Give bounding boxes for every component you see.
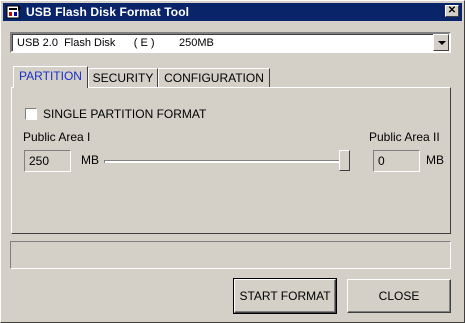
tab-configuration-label: CONFIGURATION [164,71,264,85]
device-select[interactable]: USB 2.0 Flash Disk ( E ) 250MB [10,32,451,53]
public-area-2-unit: MB [426,153,444,167]
tab-configuration[interactable]: CONFIGURATION [158,68,270,88]
format-progress-bar [10,241,451,269]
format-tool-window: USB Flash Disk Format Tool ✕ USB 2.0 Fla… [0,0,465,323]
public-area-2-size-value: 0 [378,154,385,168]
public-area-1-unit: MB [81,153,99,167]
dropdown-arrow-icon[interactable] [433,34,449,51]
tab-security-label: SECURITY [92,71,154,85]
start-format-label: START FORMAT [239,289,331,303]
public-area-1-size-field[interactable]: 250 [24,150,71,172]
close-button-label: CLOSE [378,289,420,303]
start-format-button[interactable]: START FORMAT [233,278,337,314]
partition-panel: SINGLE PARTITION FORMAT Public Area I Pu… [11,87,451,234]
window-close-button[interactable]: ✕ [445,5,459,17]
public-area-1-label: Public Area I [23,130,91,144]
single-partition-label[interactable]: SINGLE PARTITION FORMAT [43,107,206,121]
partition-slider-track[interactable] [104,160,349,163]
tab-partition-label: PARTITION [19,69,82,83]
public-area-2-size-field[interactable]: 0 [373,150,420,172]
usb-drive-app-icon [6,5,21,19]
public-area-2-label: Public Area II [369,130,440,144]
window-title: USB Flash Disk Format Tool [26,5,190,19]
public-area-1-size-value: 250 [29,154,50,168]
tab-security[interactable]: SECURITY [88,68,158,88]
device-select-value: USB 2.0 Flash Disk ( E ) 250MB [17,37,214,49]
single-partition-checkbox[interactable] [25,108,37,120]
close-button[interactable]: CLOSE [347,279,451,313]
close-icon: ✕ [447,5,457,16]
title-bar[interactable]: USB Flash Disk Format Tool ✕ [3,3,462,21]
tab-partition[interactable]: PARTITION [13,66,88,88]
partition-slider-thumb[interactable] [339,150,350,171]
